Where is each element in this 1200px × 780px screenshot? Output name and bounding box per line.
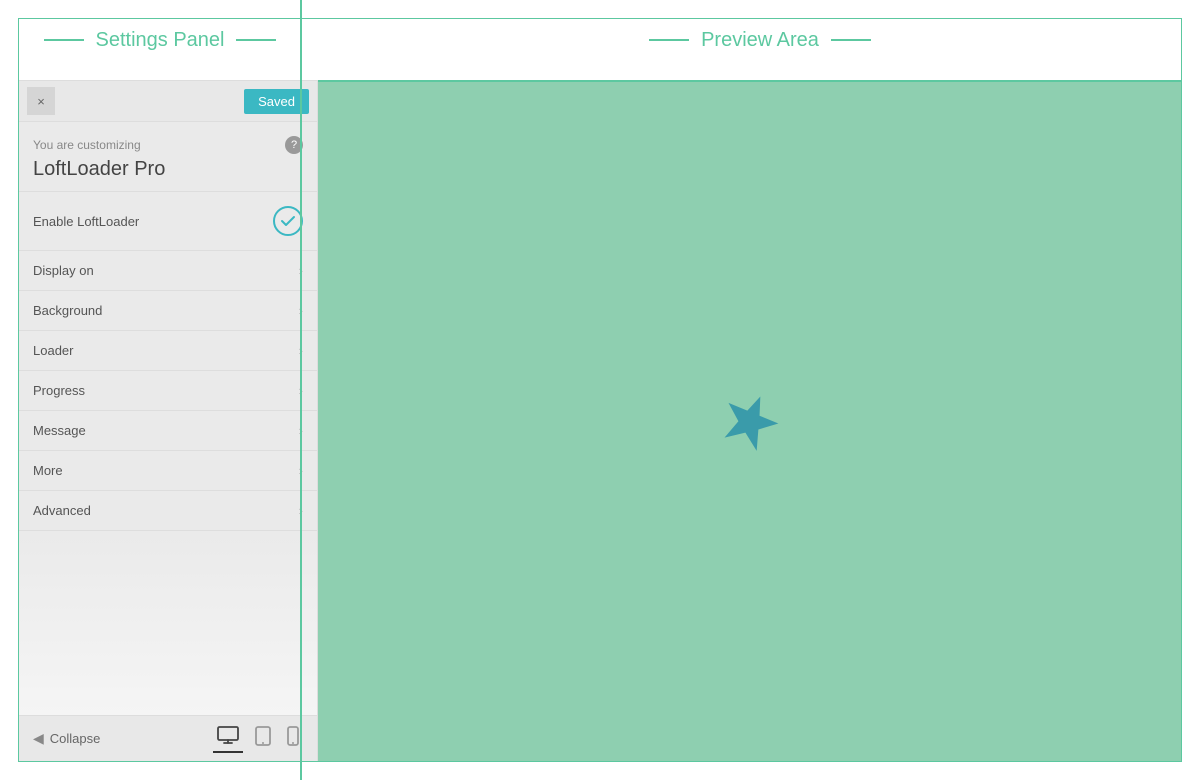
close-button[interactable]: × [27,87,55,115]
collapse-label: Collapse [50,731,101,746]
menu-item-loader[interactable]: Loader › [19,331,317,371]
preview-area-title: Preview Area [689,29,831,52]
settings-label-group: Settings Panel [44,29,277,52]
enable-toggle[interactable] [273,206,303,236]
settings-panel-title: Settings Panel [84,29,237,52]
plugin-name: LoftLoader Pro [33,158,303,181]
saved-button[interactable]: Saved [244,89,309,114]
collapse-arrow-icon: ◀ [33,730,44,747]
chevron-right-icon: › [299,343,303,358]
preview-area-label-area: Preview Area [320,0,1200,80]
panel-bottom-bar: ◀ Collapse [19,715,317,761]
chevron-right-icon: › [299,423,303,438]
menu-item-background-label: Background [33,303,102,318]
guide-h-top [318,80,1182,82]
customizing-label: You are customizing [33,138,141,152]
menu-item-more-label: More [33,463,63,478]
loader-star [720,391,780,451]
customizing-row: You are customizing ? [33,136,303,154]
desktop-icon[interactable] [213,724,243,753]
chevron-right-icon: › [299,303,303,318]
top-label-bar: Settings Panel Preview Area [0,0,1200,80]
panel-topbar: × Saved [19,81,317,122]
settings-panel: × Saved You are customizing ? LoftLoader… [18,80,318,762]
menu-item-progress-label: Progress [33,383,85,398]
menu-item-message[interactable]: Message › [19,411,317,451]
chevron-right-icon: › [299,263,303,278]
label-line-left [44,39,84,41]
chevron-right-icon: › [299,463,303,478]
menu-item-advanced[interactable]: Advanced › [19,491,317,531]
customizing-info: You are customizing ? LoftLoader Pro [19,122,317,192]
preview-line-left [649,39,689,41]
panel-empty-space [19,531,317,715]
menu-item-more[interactable]: More › [19,451,317,491]
enable-label: Enable LoftLoader [33,214,139,229]
tablet-icon[interactable] [251,724,275,753]
device-icons-group [213,724,303,753]
star-svg [720,389,780,454]
checkmark-icon [280,213,296,229]
menu-item-display-on-label: Display on [33,263,94,278]
preview-line-right [831,39,871,41]
chevron-right-icon: › [299,383,303,398]
menu-item-message-label: Message [33,423,86,438]
menu-item-advanced-label: Advanced [33,503,91,518]
menu-list: Display on › Background › Loader › Progr… [19,251,317,531]
mobile-icon[interactable] [283,724,303,753]
preview-area [318,80,1182,762]
preview-label-group: Preview Area [649,29,871,52]
main-content: × Saved You are customizing ? LoftLoader… [18,80,1182,762]
label-line-right [236,39,276,41]
menu-item-display-on[interactable]: Display on › [19,251,317,291]
chevron-right-icon: › [299,503,303,518]
menu-item-loader-label: Loader [33,343,73,358]
settings-panel-label-area: Settings Panel [0,0,320,80]
help-icon[interactable]: ? [285,136,303,154]
menu-item-progress[interactable]: Progress › [19,371,317,411]
enable-loftloader-row[interactable]: Enable LoftLoader [19,192,317,251]
menu-item-background[interactable]: Background › [19,291,317,331]
collapse-button[interactable]: ◀ Collapse [33,730,100,747]
